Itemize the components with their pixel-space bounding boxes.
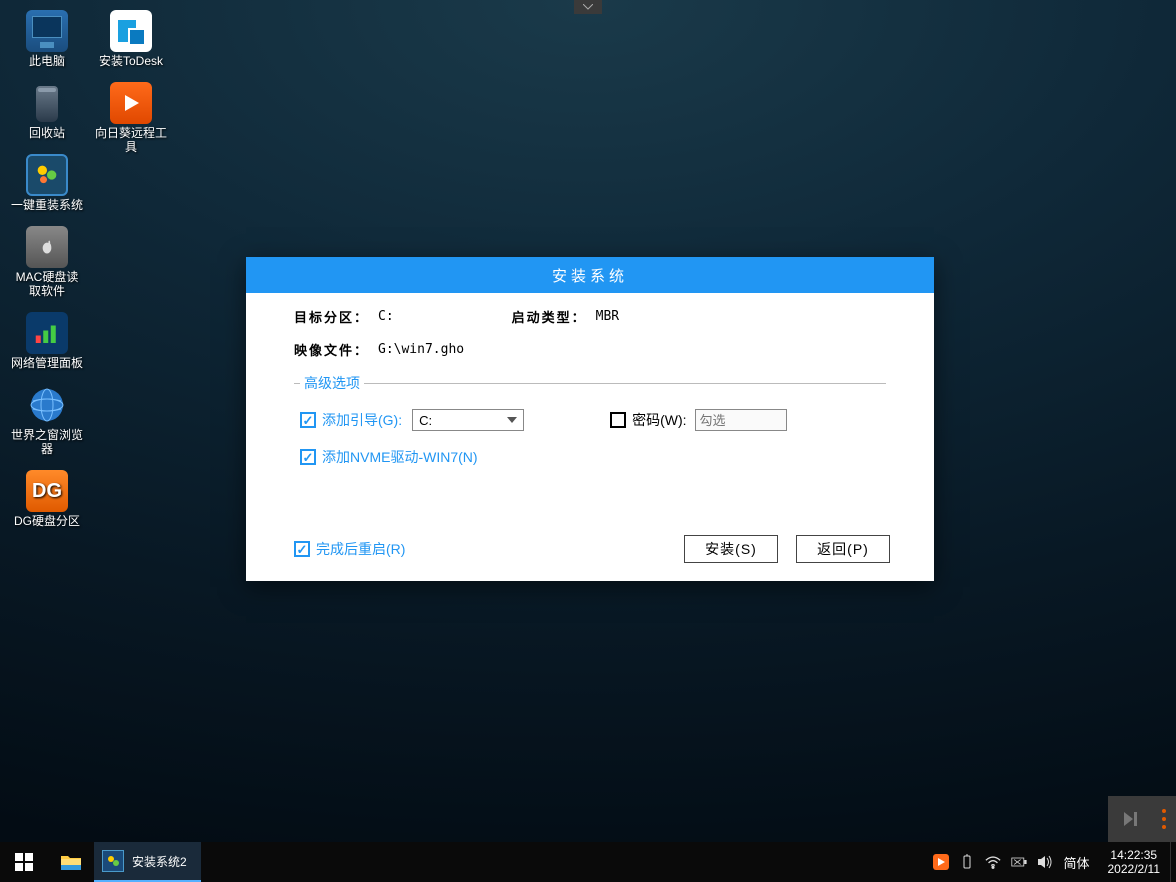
desktop-icon-sunflower[interactable]: 向日葵远程工具: [92, 80, 170, 158]
icon-label: MAC硬盘读取软件: [10, 270, 84, 298]
todesk-icon: [110, 10, 152, 52]
add-nvme-row: 添加NVME驱动-WIN7(N): [300, 447, 880, 467]
taskbar-clock[interactable]: 14:22:35 2022/2/11: [1098, 848, 1171, 876]
image-value: G:\win7.gho: [378, 342, 464, 357]
checkbox-checked-icon: [300, 412, 316, 428]
icon-label: 一键重装系统: [10, 198, 84, 212]
desktop-icons-column-2: 安装ToDesk 向日葵远程工具: [92, 8, 170, 166]
add-boot-text: 添加引导(G):: [322, 410, 402, 430]
back-button[interactable]: 返回(P): [796, 535, 890, 563]
target-label: 目标分区：: [294, 307, 378, 326]
file-explorer-button[interactable]: [48, 842, 94, 882]
advanced-options-group: 高级选项 添加引导(G): C: 密码(W):: [294, 373, 886, 487]
add-nvme-checkbox[interactable]: 添加NVME驱动-WIN7(N): [300, 447, 478, 467]
gears-icon: [26, 154, 68, 196]
show-desktop-button[interactable]: [1170, 842, 1176, 882]
tray-wifi-icon[interactable]: [985, 854, 1001, 870]
desktop-icon-onekey-reinstall[interactable]: 一键重装系统: [8, 152, 86, 216]
add-nvme-text: 添加NVME驱动-WIN7(N): [322, 447, 478, 467]
dialog-body: 目标分区： C: 启动类型： MBR 映像文件： G:\win7.gho 高级选…: [246, 293, 934, 487]
desktop-icon-world-browser[interactable]: 世界之窗浏览器: [8, 382, 86, 460]
taskbar-app-install-system[interactable]: 安装系统2: [94, 842, 201, 882]
desktop-icon-mac-disk[interactable]: MAC硬盘读取软件: [8, 224, 86, 302]
add-boot-checkbox[interactable]: 添加引导(G):: [300, 410, 402, 430]
icon-label: 网络管理面板: [10, 356, 84, 370]
chevron-down-icon: [583, 4, 593, 10]
icon-label: 世界之窗浏览器: [10, 428, 84, 456]
floating-media-panel[interactable]: [1108, 796, 1176, 842]
icon-label: 回收站: [10, 126, 84, 140]
checkbox-checked-icon: [300, 449, 316, 465]
desktop-icons-column-1: 此电脑 回收站 一键重装系统 MAC硬盘读取软件 网络管理面板 世界之窗浏览器 …: [8, 8, 86, 540]
image-label: 映像文件：: [294, 340, 378, 359]
panel-drag-handle[interactable]: [1154, 809, 1174, 829]
target-value: C:: [378, 309, 394, 324]
install-system-dialog: 安装系统 目标分区： C: 启动类型： MBR 映像文件： G:\win7.gh…: [246, 257, 934, 581]
apple-drive-icon: [26, 226, 68, 268]
advanced-legend: 高级选项: [300, 373, 364, 393]
boot-drive-select[interactable]: C:: [412, 409, 524, 431]
taskbar-app-title: 安装系统2: [132, 853, 187, 870]
target-partition-row: 目标分区： C: 启动类型： MBR: [294, 307, 886, 326]
boot-type-value: MBR: [596, 309, 619, 324]
disk-genius-icon: DG: [26, 470, 68, 512]
password-label: 密码(W):: [632, 410, 686, 430]
ime-indicator[interactable]: 简体: [1063, 853, 1089, 872]
tray-usb-icon[interactable]: [959, 854, 975, 870]
media-next-icon[interactable]: [1108, 796, 1154, 842]
app-gears-icon: [102, 850, 124, 872]
start-button[interactable]: [0, 842, 48, 882]
add-boot-row: 添加引导(G): C: 密码(W):: [300, 409, 880, 431]
globe-icon: [26, 384, 68, 426]
clock-date: 2022/2/11: [1108, 862, 1161, 876]
icon-label: 安装ToDesk: [94, 54, 168, 68]
network-bars-icon: [26, 312, 68, 354]
icon-label: 向日葵远程工具: [94, 126, 168, 154]
desktop-icon-dg-partition[interactable]: DG DG硬盘分区: [8, 468, 86, 532]
tray-volume-icon[interactable]: [1037, 854, 1053, 870]
desktop-icon-recycle-bin[interactable]: 回收站: [8, 80, 86, 144]
desktop-icon-todesk[interactable]: 安装ToDesk: [92, 8, 170, 72]
windows-logo-icon: [15, 853, 33, 871]
sunflower-play-icon: [110, 82, 152, 124]
tray-battery-icon[interactable]: [1011, 854, 1027, 870]
clock-time: 14:22:35: [1108, 848, 1161, 862]
desktop-icon-this-pc[interactable]: 此电脑: [8, 8, 86, 72]
top-dropdown-tab[interactable]: [574, 0, 602, 14]
dialog-footer: 完成后重启(R) 安装(S) 返回(P): [294, 535, 890, 563]
icon-label: DG硬盘分区: [10, 514, 84, 528]
tray-app-icon[interactable]: [933, 854, 949, 870]
icon-label: 此电脑: [10, 54, 84, 68]
reboot-after-text: 完成后重启(R): [316, 539, 405, 559]
install-button[interactable]: 安装(S): [684, 535, 778, 563]
boot-drive-value: C:: [419, 413, 432, 428]
folder-icon: [59, 850, 83, 874]
computer-icon: [26, 10, 68, 52]
desktop-icon-network-panel[interactable]: 网络管理面板: [8, 310, 86, 374]
checkbox-unchecked-icon: [610, 412, 626, 428]
image-file-row: 映像文件： G:\win7.gho: [294, 340, 886, 359]
dialog-title[interactable]: 安装系统: [246, 257, 934, 293]
reboot-after-checkbox[interactable]: 完成后重启(R): [294, 539, 405, 559]
boot-type-label: 启动类型：: [512, 307, 596, 326]
taskbar: 安装系统2 简体 14:22:35 2022/2/11: [0, 842, 1176, 882]
checkbox-checked-icon: [294, 541, 310, 557]
dropdown-triangle-icon: [507, 417, 517, 423]
password-input[interactable]: [695, 409, 787, 431]
system-tray: 简体: [925, 853, 1097, 872]
password-checkbox[interactable]: 密码(W):: [610, 410, 686, 430]
recycle-bin-icon: [26, 82, 68, 124]
